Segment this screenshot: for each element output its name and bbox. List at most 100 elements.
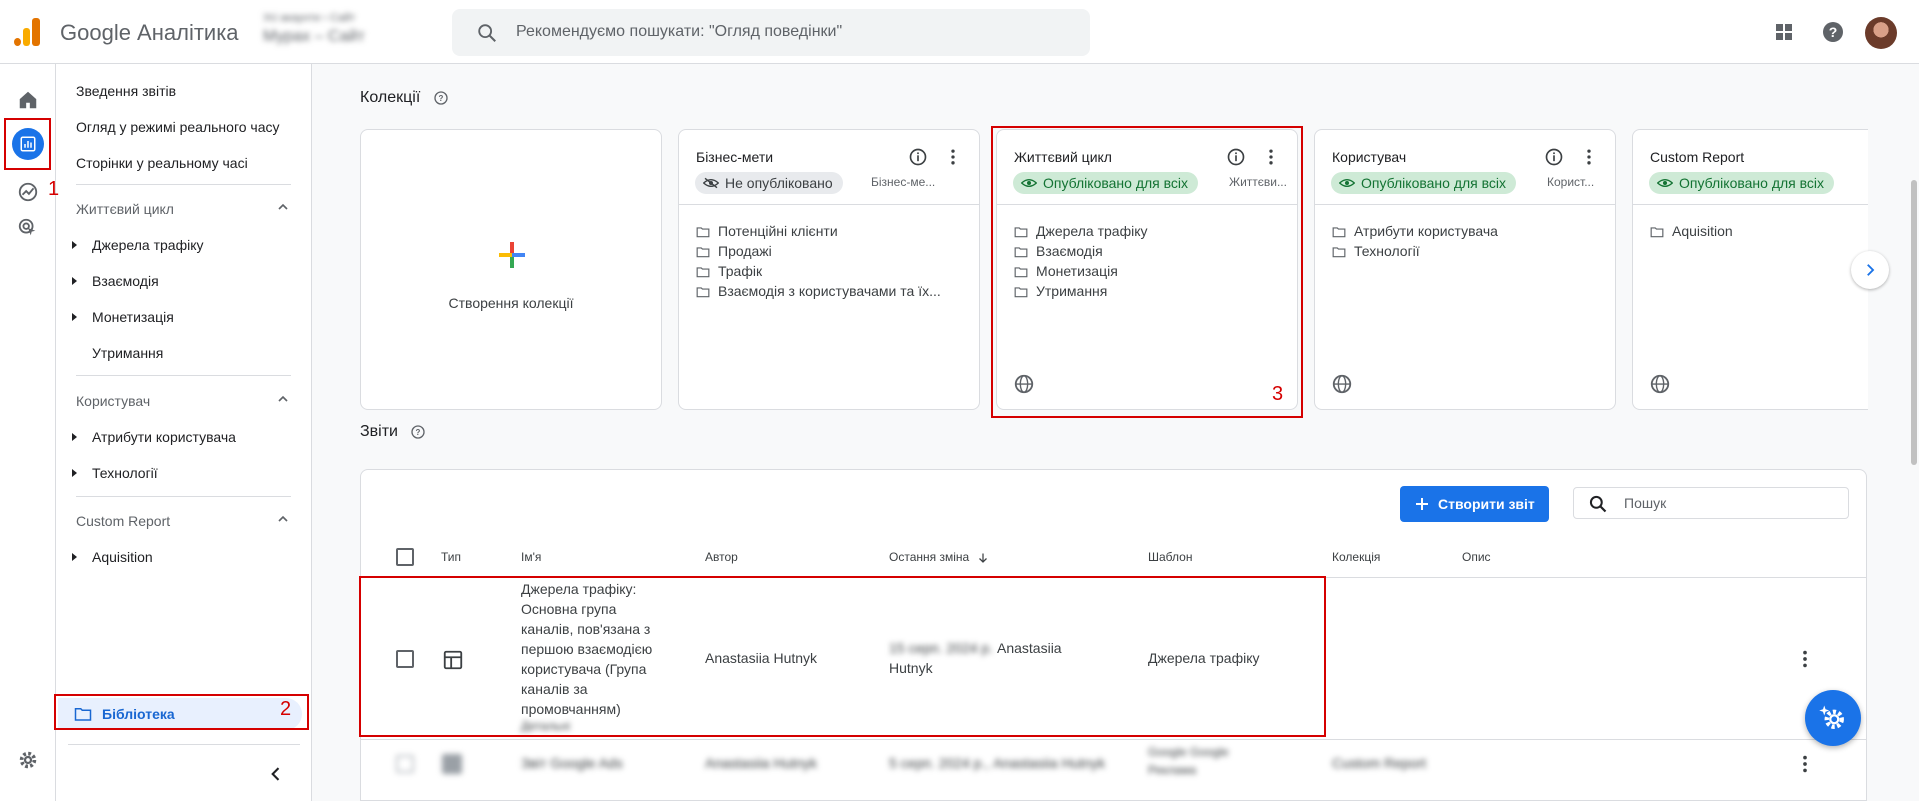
column-header-name[interactable]: Ім'я: [521, 550, 541, 564]
column-header-modified[interactable]: Остання зміна: [889, 550, 989, 564]
nav-reports-snapshot[interactable]: Зведення звітів: [76, 83, 176, 99]
nav-realtime-pages[interactable]: Сторінки у реальному часі: [76, 155, 248, 171]
nav-section-lifecycle[interactable]: Життєвий цикл: [76, 201, 291, 217]
nav-item-retention[interactable]: Утримання: [92, 345, 163, 361]
nav-section-title: Користувач: [76, 393, 151, 409]
folder-icon: [1332, 247, 1346, 258]
folder-item: Атрибути користувача: [1332, 223, 1498, 243]
collection-title: Користувач: [1332, 149, 1407, 165]
explore-icon: [18, 182, 38, 202]
folder-label: Aquisition: [1672, 223, 1733, 239]
eye-off-icon: [703, 177, 719, 189]
create-collection-label: Створення колекції: [448, 295, 574, 311]
report-modified: 5 серп. 2024 р., Anastasiia Hutnyk: [889, 755, 1106, 771]
advertising-nav-button[interactable]: [12, 212, 44, 244]
help-circle-icon[interactable]: ?: [433, 90, 449, 106]
expand-arrow-icon: [72, 433, 77, 441]
create-report-button[interactable]: Створити звіт: [1400, 486, 1549, 522]
more-vert-icon[interactable]: [1579, 147, 1599, 167]
folder-label: Трафік: [718, 263, 763, 279]
account-breadcrumb: Усі акаунти › Сайт: [263, 12, 356, 24]
more-vert-icon[interactable]: [1794, 753, 1816, 775]
column-header-type[interactable]: Тип: [441, 550, 461, 564]
nav-section-user[interactable]: Користувач: [76, 393, 291, 409]
nav-divider: [76, 496, 291, 497]
expand-arrow-icon: [72, 469, 77, 477]
annotation-box-report-row: [359, 576, 1326, 737]
folder-icon: [696, 287, 710, 298]
report-name[interactable]: Звіт Google Ads: [521, 753, 623, 773]
collection-card-user[interactable]: Користувач Опубліковано для всіх Корист.…: [1314, 129, 1616, 410]
folder-item: Трафік: [696, 263, 941, 283]
column-header-description[interactable]: Опис: [1462, 550, 1491, 564]
collection-card-custom-report[interactable]: Custom Report Опубліковано для всіх Aqui…: [1632, 129, 1868, 410]
collapse-chevron-left-icon[interactable]: [266, 764, 286, 784]
product-name[interactable]: Google Аналітика: [60, 20, 239, 46]
nav-item-traffic-sources[interactable]: Джерела трафіку: [72, 237, 203, 253]
collections-title: Колекції: [360, 89, 421, 106]
account-selector[interactable]: Усі акаунти › Сайт Мурах – Сайт: [263, 12, 443, 52]
search-icon: [478, 24, 496, 42]
nav-section-title: Життєвий цикл: [76, 201, 174, 217]
nav-item-engagement[interactable]: Взаємодія: [72, 273, 159, 289]
folder-item: Потенційні клієнти: [696, 223, 941, 243]
more-vert-icon[interactable]: [943, 147, 963, 167]
annotation-box-reports: [4, 118, 51, 170]
property-name: Мурах – Сайт: [263, 28, 365, 45]
help-icon[interactable]: ?: [1821, 20, 1845, 44]
collection-card-business-goals[interactable]: Бізнес-мети Не опубліковано Бізнес-ме...…: [678, 129, 980, 410]
analytics-logo-icon[interactable]: [14, 18, 40, 46]
expand-arrow-icon: [72, 241, 77, 249]
nav-item-monetization[interactable]: Монетизація: [72, 309, 174, 325]
select-all-checkbox[interactable]: [396, 548, 414, 566]
info-icon[interactable]: [1544, 147, 1564, 167]
gear-icon: [19, 751, 37, 769]
user-avatar[interactable]: [1865, 17, 1897, 49]
status-label: Опубліковано для всіх: [1361, 175, 1507, 191]
search-bar[interactable]: Рекомендуємо пошукати: "Огляд поведінки": [452, 9, 1090, 56]
reports-search-input[interactable]: Пошук: [1573, 487, 1849, 519]
nav-item-label: Aquisition: [92, 549, 153, 565]
apps-grid-icon[interactable]: [1772, 20, 1796, 44]
help-circle-icon[interactable]: ?: [410, 424, 426, 440]
nav-section-title: Custom Report: [76, 513, 171, 529]
report-template: Google Google Реклама: [1148, 745, 1229, 777]
svg-text:?: ?: [1829, 24, 1838, 40]
annotation-box-lifecycle-card: [991, 126, 1303, 418]
left-rail: [0, 64, 56, 801]
nav-section-custom-report[interactable]: Custom Report: [76, 513, 291, 529]
annotation-number: 3: [1272, 383, 1284, 405]
carousel-next-button[interactable]: [1851, 251, 1889, 289]
nav-item-label: Монетизація: [92, 309, 174, 325]
admin-settings-button[interactable]: [12, 744, 44, 776]
info-icon[interactable]: [908, 147, 928, 167]
page-scrollbar[interactable]: [1911, 180, 1917, 465]
card-divider: [1315, 204, 1615, 205]
report-author: Anastasiia Hutnyk: [705, 755, 818, 771]
folder-label: Технології: [1354, 243, 1420, 259]
expand-arrow-icon: [72, 277, 77, 285]
column-header-template[interactable]: Шаблон: [1148, 550, 1192, 564]
nav-item-aquisition[interactable]: Aquisition: [72, 549, 153, 565]
folder-item: Взаємодія з користувачами та їх...: [696, 283, 941, 303]
nav-item-tech[interactable]: Технології: [72, 465, 158, 481]
globe-icon: [1332, 374, 1352, 394]
reports-search-placeholder: Пошук: [1624, 495, 1667, 511]
more-vert-icon[interactable]: [1794, 648, 1816, 670]
folder-list: Aquisition: [1650, 223, 1733, 243]
column-header-author[interactable]: Автор: [705, 550, 738, 564]
search-icon: [1589, 495, 1607, 513]
row-checkbox[interactable]: [396, 755, 414, 773]
home-nav-button[interactable]: [12, 84, 44, 116]
chevron-up-icon: [278, 203, 288, 210]
status-chip: Опубліковано для всіх: [1331, 172, 1517, 194]
chevron-up-icon: [278, 515, 288, 522]
nav-item-user-attributes[interactable]: Атрибути користувача: [72, 429, 236, 445]
explore-nav-button[interactable]: [12, 176, 44, 208]
insights-fab-button[interactable]: [1805, 690, 1861, 746]
create-collection-card[interactable]: Створення колекції: [360, 129, 662, 410]
report-type-icon: [442, 754, 462, 774]
nav-divider: [76, 375, 291, 376]
column-header-collection[interactable]: Колекція: [1332, 550, 1380, 564]
nav-realtime-overview[interactable]: Огляд у режимі реального часу: [76, 119, 280, 135]
